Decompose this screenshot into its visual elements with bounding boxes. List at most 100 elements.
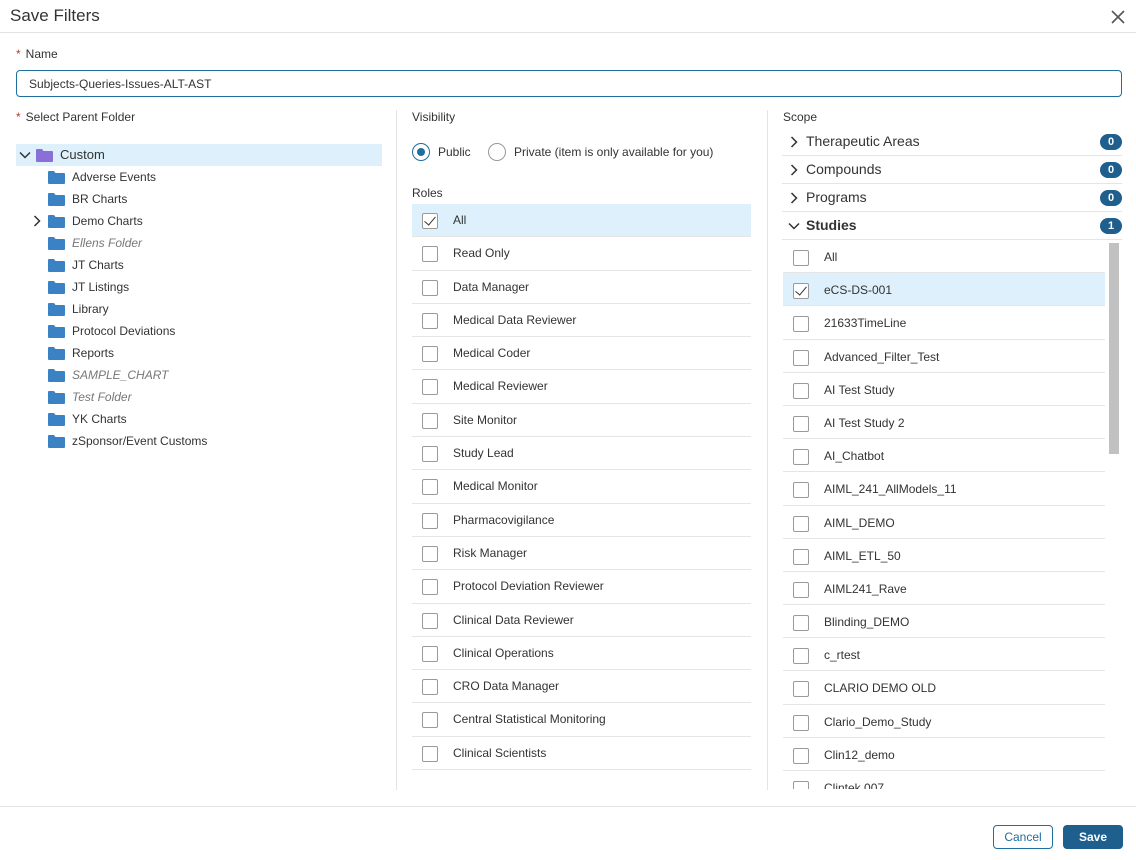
checkbox-icon[interactable] bbox=[422, 712, 438, 729]
folder-item[interactable]: Demo Charts bbox=[16, 210, 382, 232]
study-item[interactable]: Clin12_demo bbox=[783, 738, 1105, 771]
role-item[interactable]: Study Lead bbox=[412, 437, 751, 471]
study-item[interactable]: AIML_241_AllModels_11 bbox=[783, 472, 1105, 506]
checkbox-icon[interactable] bbox=[422, 612, 438, 629]
folder-item[interactable]: JT Listings bbox=[16, 276, 382, 298]
chevron-right-icon[interactable] bbox=[31, 215, 43, 227]
role-item[interactable]: Protocol Deviation Reviewer bbox=[412, 570, 751, 604]
role-item[interactable]: Medical Coder bbox=[412, 337, 751, 371]
chevron-right-icon[interactable] bbox=[788, 136, 800, 148]
folder-item[interactable]: Reports bbox=[16, 342, 382, 364]
checkbox-icon[interactable] bbox=[422, 246, 438, 263]
checkbox-icon[interactable] bbox=[422, 446, 438, 463]
checkbox-icon[interactable] bbox=[422, 745, 438, 762]
role-item[interactable]: Site Monitor bbox=[412, 404, 751, 438]
folder-item[interactable]: Adverse Events bbox=[16, 166, 382, 188]
study-item[interactable]: All bbox=[783, 240, 1105, 274]
cancel-button[interactable]: Cancel bbox=[993, 825, 1053, 849]
folder-item[interactable]: YK Charts bbox=[16, 408, 382, 430]
scope-section-programs[interactable]: Programs 0 bbox=[782, 184, 1122, 212]
checkbox-icon[interactable] bbox=[793, 548, 809, 565]
study-item[interactable]: Clintek 007 bbox=[783, 771, 1105, 789]
close-icon[interactable] bbox=[1108, 7, 1128, 27]
study-item[interactable]: CLARIO DEMO OLD bbox=[783, 671, 1105, 705]
checkbox-icon[interactable] bbox=[422, 312, 438, 329]
checkbox-icon[interactable] bbox=[422, 579, 438, 596]
checkbox-checked-icon[interactable] bbox=[793, 283, 809, 300]
scrollbar-thumb[interactable] bbox=[1109, 243, 1119, 454]
role-item[interactable]: Data Manager bbox=[412, 271, 751, 304]
role-item[interactable]: Central Statistical Monitoring bbox=[412, 703, 751, 737]
checkbox-icon[interactable] bbox=[793, 349, 809, 366]
save-button[interactable]: Save bbox=[1063, 825, 1123, 849]
study-item[interactable]: AI Test Study 2 bbox=[783, 406, 1105, 440]
chevron-right-icon[interactable] bbox=[788, 192, 800, 204]
role-item[interactable]: Clinical Operations bbox=[412, 637, 751, 671]
checkbox-icon[interactable] bbox=[422, 545, 438, 562]
radio-selected-icon[interactable] bbox=[412, 143, 430, 161]
chevron-down-icon[interactable] bbox=[19, 149, 31, 161]
study-item[interactable]: Advanced_Filter_Test bbox=[783, 340, 1105, 373]
role-item[interactable]: Pharmacovigilance bbox=[412, 504, 751, 537]
folder-root-custom[interactable]: Custom bbox=[16, 144, 382, 166]
checkbox-icon[interactable] bbox=[422, 279, 438, 296]
checkbox-icon[interactable] bbox=[422, 679, 438, 696]
study-item[interactable]: eCS-DS-001 bbox=[783, 273, 1105, 307]
folder-item[interactable]: Test Folder bbox=[16, 386, 382, 408]
name-input[interactable] bbox=[16, 70, 1122, 97]
role-item[interactable]: CRO Data Manager bbox=[412, 670, 751, 704]
study-item[interactable]: c_rtest bbox=[783, 638, 1105, 672]
chevron-right-icon[interactable] bbox=[788, 164, 800, 176]
checkbox-icon[interactable] bbox=[422, 346, 438, 363]
folder-item[interactable]: Ellens Folder bbox=[16, 232, 382, 254]
checkbox-icon[interactable] bbox=[793, 415, 809, 432]
checkbox-icon[interactable] bbox=[793, 781, 809, 789]
role-item[interactable]: Risk Manager bbox=[412, 537, 751, 571]
role-item[interactable]: Medical Data Reviewer bbox=[412, 304, 751, 338]
checkbox-icon[interactable] bbox=[793, 747, 809, 764]
checkbox-icon[interactable] bbox=[422, 379, 438, 396]
role-item[interactable]: Medical Reviewer bbox=[412, 370, 751, 404]
radio-unselected-icon[interactable] bbox=[488, 143, 506, 161]
checkbox-icon[interactable] bbox=[793, 482, 809, 499]
checkbox-icon[interactable] bbox=[793, 316, 809, 333]
checkbox-checked-icon[interactable] bbox=[422, 213, 438, 229]
checkbox-icon[interactable] bbox=[793, 681, 809, 698]
visibility-private-radio[interactable]: Private (item is only available for you) bbox=[488, 142, 713, 162]
visibility-public-radio[interactable]: Public bbox=[412, 142, 471, 162]
folder-item[interactable]: SAMPLE_CHART bbox=[16, 364, 382, 386]
study-item[interactable]: Blinding_DEMO bbox=[783, 605, 1105, 639]
checkbox-icon[interactable] bbox=[793, 449, 809, 466]
study-item[interactable]: AIML_ETL_50 bbox=[783, 539, 1105, 572]
scope-section-studies[interactable]: Studies 1 bbox=[782, 212, 1122, 240]
chevron-down-icon[interactable] bbox=[788, 220, 800, 232]
checkbox-icon[interactable] bbox=[422, 512, 438, 529]
checkbox-icon[interactable] bbox=[793, 250, 809, 266]
checkbox-icon[interactable] bbox=[793, 382, 809, 399]
study-item[interactable]: AI_Chatbot bbox=[783, 439, 1105, 473]
role-item[interactable]: Medical Monitor bbox=[412, 470, 751, 504]
checkbox-icon[interactable] bbox=[793, 714, 809, 731]
study-item[interactable]: AIML_DEMO bbox=[783, 506, 1105, 539]
folder-item[interactable]: zSponsor/Event Customs bbox=[16, 430, 382, 452]
scope-section-compounds[interactable]: Compounds 0 bbox=[782, 156, 1122, 184]
role-item[interactable]: All bbox=[412, 204, 751, 238]
checkbox-icon[interactable] bbox=[422, 479, 438, 496]
study-item[interactable]: Clario_Demo_Study bbox=[783, 705, 1105, 738]
studies-list-viewport[interactable]: All eCS-DS-001 21633TimeLine Advanced_Filte… bbox=[783, 240, 1122, 789]
folder-item[interactable]: JT Charts bbox=[16, 254, 382, 276]
study-item[interactable]: AIML241_Rave bbox=[783, 572, 1105, 606]
study-item[interactable]: AI Test Study bbox=[783, 373, 1105, 406]
checkbox-icon[interactable] bbox=[793, 581, 809, 598]
folder-item[interactable]: BR Charts bbox=[16, 188, 382, 210]
role-item[interactable]: Clinical Data Reviewer bbox=[412, 604, 751, 637]
checkbox-icon[interactable] bbox=[422, 645, 438, 662]
checkbox-icon[interactable] bbox=[793, 515, 809, 532]
checkbox-icon[interactable] bbox=[422, 412, 438, 429]
role-item[interactable]: Clinical Scientists bbox=[412, 737, 751, 771]
checkbox-icon[interactable] bbox=[793, 615, 809, 632]
study-item[interactable]: 21633TimeLine bbox=[783, 306, 1105, 340]
role-item[interactable]: Read Only bbox=[412, 237, 751, 271]
folder-item[interactable]: Library bbox=[16, 298, 382, 320]
studies-scrollbar[interactable] bbox=[1109, 243, 1119, 789]
